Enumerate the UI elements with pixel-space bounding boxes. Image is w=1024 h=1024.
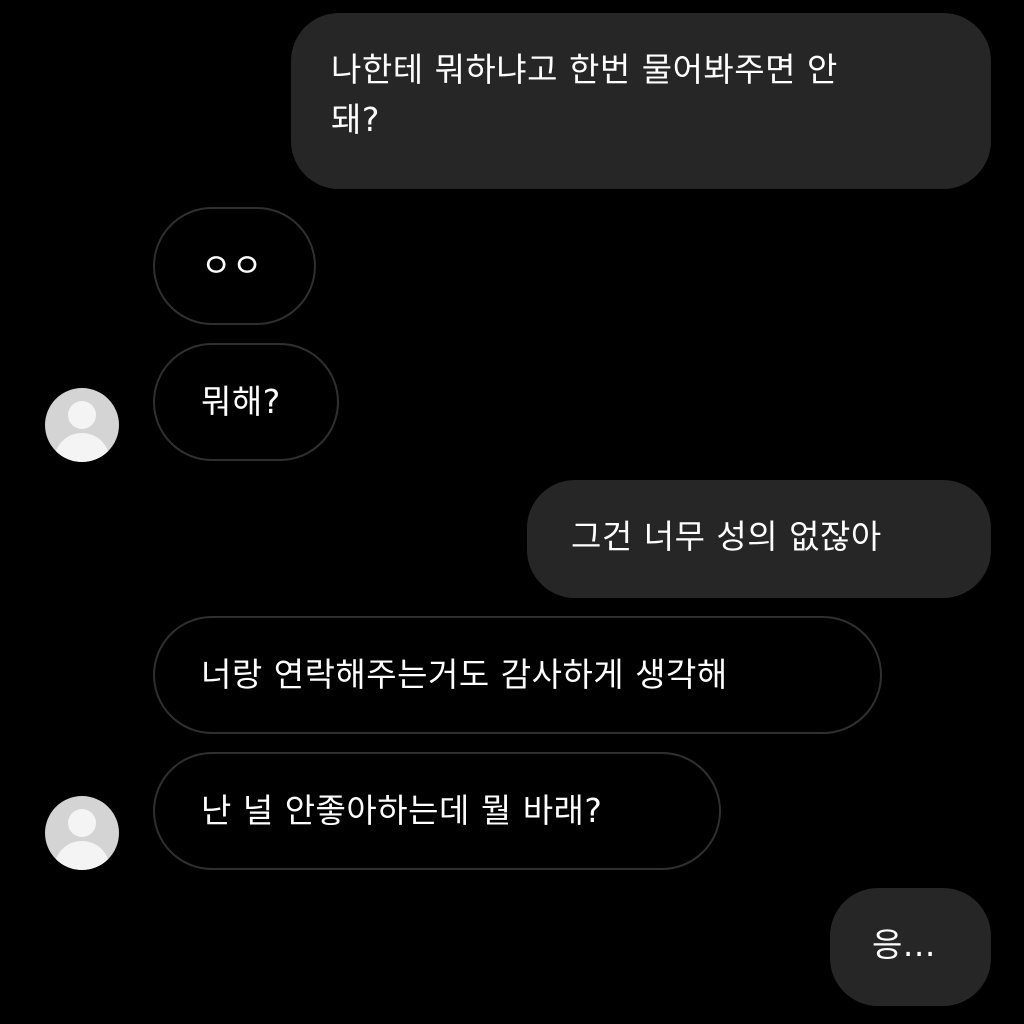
message-received-4[interactable]: 난 널 안좋아하는데 뭘 바래? [153,752,721,870]
message-text: 그건 너무 성의 없잖아 [571,517,882,556]
message-text: 돼? [331,100,380,139]
message-text: 난 널 안좋아하는데 뭘 바래? [201,791,603,830]
default-profile-icon [68,809,96,837]
message-text: 너랑 연락해주는거도 감사하게 생각해 [201,655,728,694]
default-profile-icon [68,401,96,429]
message-text: ㅇㅇ [201,246,263,285]
message-received-1[interactable]: ㅇㅇ [153,207,316,325]
message-text: 나한테 뭐하냐고 한번 물어봐주면 안 [331,50,838,89]
message-received-3[interactable]: 너랑 연락해주는거도 감사하게 생각해 [153,616,882,734]
message-sent-2[interactable]: 그건 너무 성의 없잖아 [527,480,991,598]
message-sent-3[interactable]: 응... [830,888,991,1006]
avatar[interactable] [45,388,119,462]
message-text: 뭐해? [201,382,281,421]
message-sent-1[interactable]: 나한테 뭐하냐고 한번 물어봐주면 안 돼? [291,13,991,189]
avatar[interactable] [45,796,119,870]
message-text: 응... [872,925,936,964]
message-received-2[interactable]: 뭐해? [153,343,339,461]
